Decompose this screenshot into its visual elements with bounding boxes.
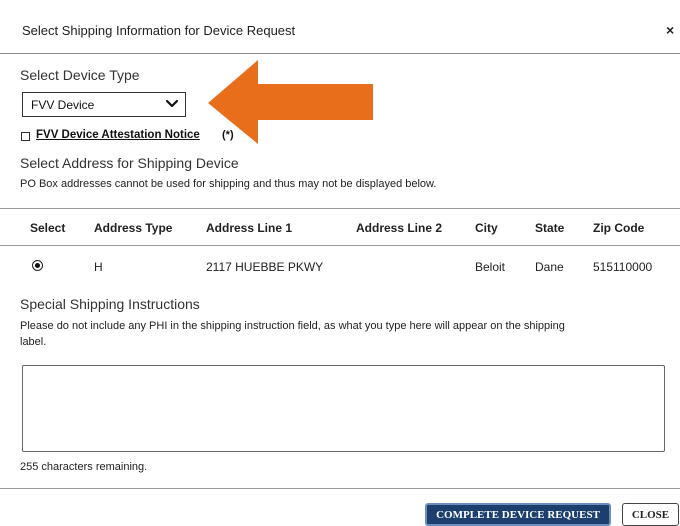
- required-marker: (*): [222, 129, 234, 141]
- po-box-note: PO Box addresses cannot be used for ship…: [20, 178, 437, 190]
- dialog-header: Select Shipping Information for Device R…: [0, 0, 680, 54]
- close-button[interactable]: CLOSE: [622, 503, 679, 526]
- cell-state: Dane: [535, 260, 564, 274]
- phi-warning-continued: label.: [20, 336, 47, 348]
- cell-zip-code: 515110000: [593, 260, 653, 274]
- attestation-checkbox[interactable]: [21, 132, 30, 141]
- column-header-zip-code: Zip Code: [593, 221, 645, 235]
- instructions-section-label: Special Shipping Instructions: [20, 296, 200, 312]
- column-header-select: Select: [30, 221, 66, 235]
- footer-divider: [0, 488, 680, 489]
- address-radio[interactable]: [32, 260, 43, 271]
- shipping-instructions-textarea[interactable]: [22, 365, 665, 452]
- cell-address-type: H: [94, 260, 103, 274]
- dialog-title: Select Shipping Information for Device R…: [22, 23, 296, 38]
- device-type-select[interactable]: FVV Device: [22, 92, 186, 117]
- complete-device-request-button[interactable]: COMPLETE DEVICE REQUEST: [425, 503, 611, 526]
- phi-warning: Please do not include any PHI in the shi…: [20, 320, 565, 332]
- cell-city: Beloit: [475, 260, 506, 274]
- column-header-address-type: Address Type: [94, 221, 173, 235]
- column-header-address-line-1: Address Line 1: [206, 221, 293, 235]
- shipping-dialog: Select Shipping Information for Device R…: [0, 0, 680, 526]
- column-header-address-line-2: Address Line 2: [356, 221, 443, 235]
- device-type-label: Select Device Type: [20, 67, 140, 83]
- attestation-notice-link[interactable]: FVV Device Attestation Notice: [36, 129, 200, 141]
- table-divider: [0, 245, 680, 246]
- device-type-value: FVV Device: [31, 98, 95, 112]
- table-divider: [0, 208, 680, 209]
- characters-remaining: 255 characters remaining.: [20, 461, 148, 473]
- cell-address-line-1: 2117 HUEBBE PKWY: [206, 260, 324, 274]
- column-header-state: State: [535, 221, 565, 235]
- address-section-label: Select Address for Shipping Device: [20, 155, 239, 171]
- column-header-city: City: [475, 221, 498, 235]
- close-icon[interactable]: ×: [666, 22, 674, 38]
- chevron-down-icon: [165, 99, 179, 108]
